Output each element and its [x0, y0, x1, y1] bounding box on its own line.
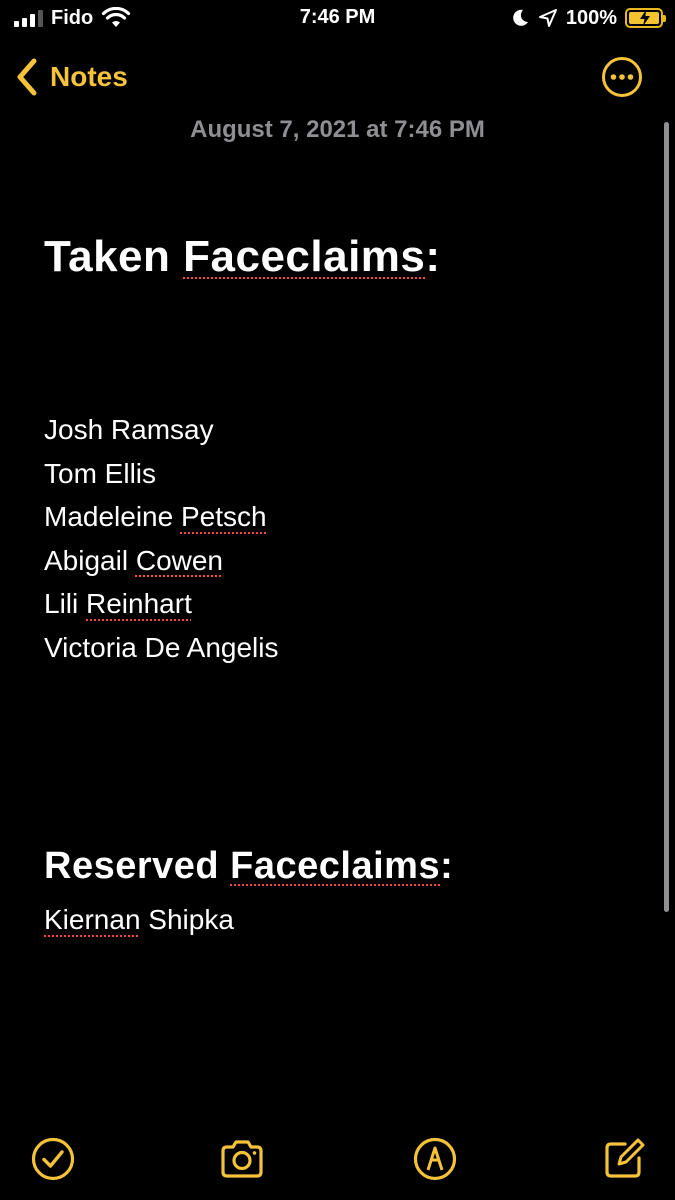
reserved-heading-misspelled: Faceclaims	[230, 845, 441, 887]
taken-heading-word: Taken	[44, 232, 184, 281]
reserved-heading-word: Reserved	[44, 845, 231, 887]
compose-button[interactable]	[601, 1136, 647, 1182]
reserved-heading-colon: :	[440, 845, 454, 887]
list-item[interactable]: Madeleine Petsch	[44, 495, 279, 539]
list-item[interactable]: Tom Ellis	[44, 452, 279, 496]
camera-icon	[221, 1140, 263, 1178]
bottom-toolbar	[0, 1120, 675, 1200]
checklist-icon	[31, 1137, 75, 1181]
reserved-heading[interactable]: Reserved Faceclaims:	[44, 845, 453, 888]
reserved-item[interactable]: Kiernan Shipka	[44, 898, 234, 941]
back-label: Notes	[50, 61, 128, 92]
taken-list: Josh Ramsay Tom Ellis Madeleine Petsch A…	[44, 408, 279, 670]
taken-heading-misspelled: Faceclaims	[183, 232, 426, 281]
battery-percent: 100%	[565, 6, 617, 29]
status-right: 100%	[510, 6, 666, 30]
taken-heading-colon: :	[425, 232, 441, 281]
note-timestamp: August 7, 2021 at 7:46 PM	[190, 116, 485, 143]
back-button[interactable]: Notes	[12, 50, 128, 104]
list-item[interactable]: Lili Reinhart	[44, 582, 279, 626]
list-item[interactable]: Abigail Cowen	[44, 539, 279, 583]
battery-charging-icon	[625, 8, 666, 28]
location-icon	[538, 9, 557, 27]
chevron-left-icon	[17, 58, 37, 96]
compose-icon	[605, 1138, 645, 1178]
ellipsis-circle-icon[interactable]	[601, 56, 643, 98]
reserved-first-name: Kiernan	[44, 904, 141, 935]
camera-button[interactable]	[219, 1136, 265, 1182]
taken-heading[interactable]: Taken Faceclaims:	[44, 232, 441, 282]
status-bar: Fido 7:46 PM 100%	[0, 0, 675, 38]
list-item[interactable]: Victoria De Angelis	[44, 626, 279, 670]
markup-button[interactable]	[412, 1136, 458, 1182]
checklist-button[interactable]	[30, 1136, 76, 1182]
reserved-last-name: Shipka	[140, 904, 234, 935]
scrollbar[interactable]	[664, 122, 669, 912]
list-item[interactable]: Josh Ramsay	[44, 408, 279, 452]
moon-icon	[513, 9, 528, 26]
nav-bar: Notes	[0, 50, 675, 104]
markup-icon	[413, 1137, 457, 1181]
